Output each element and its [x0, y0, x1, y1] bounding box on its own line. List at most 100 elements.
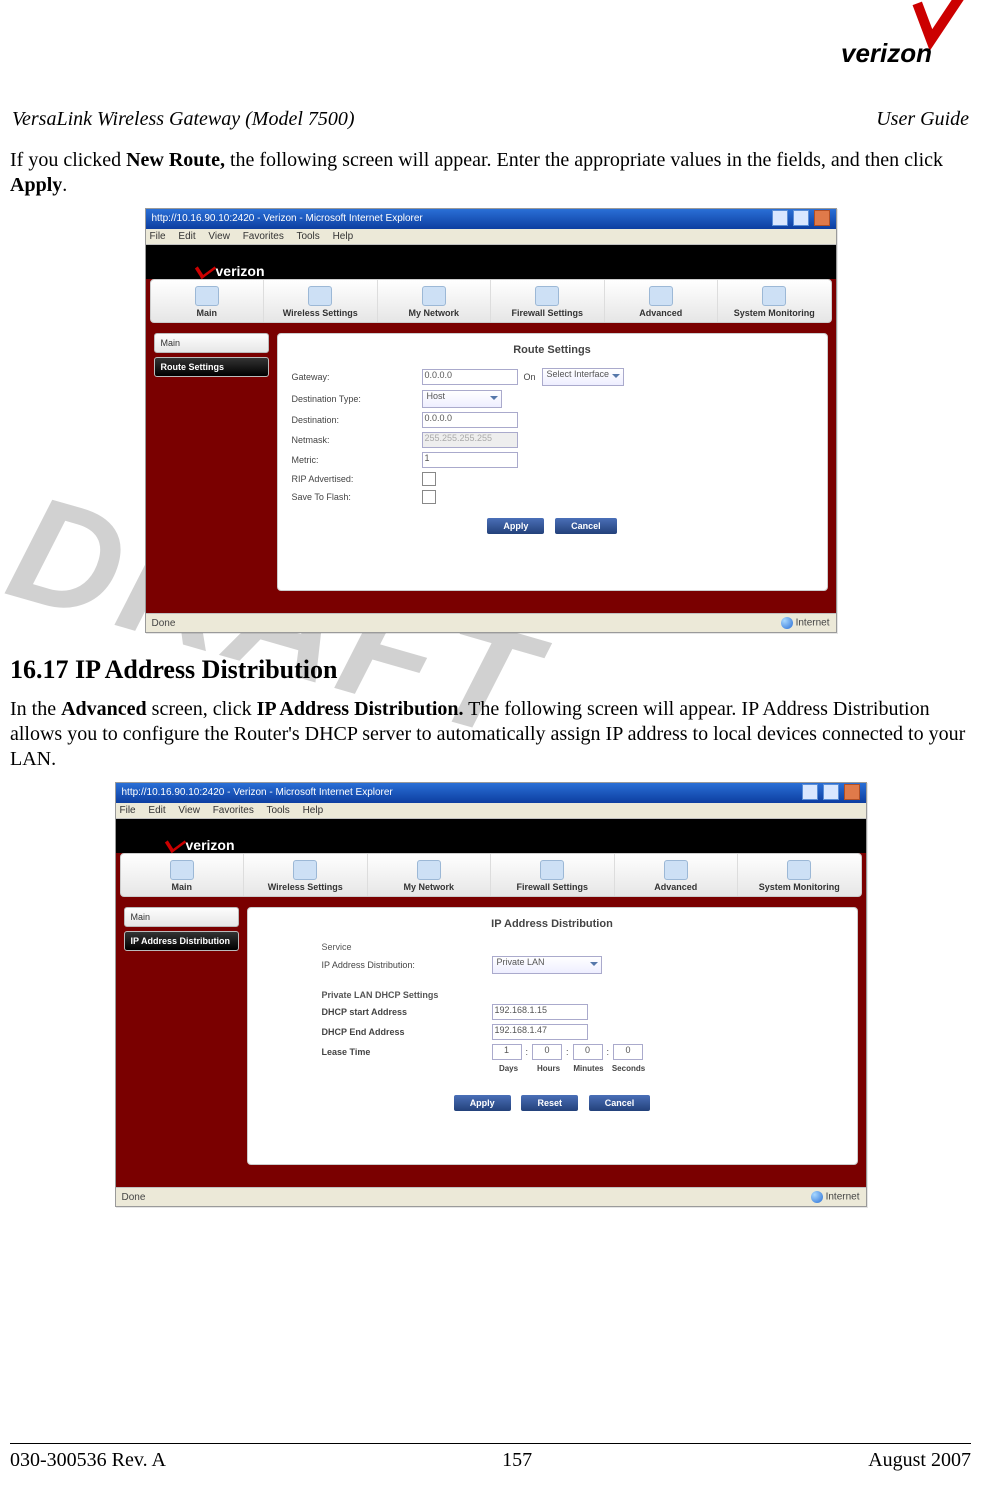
firewall-icon	[535, 286, 559, 306]
internet-icon	[781, 617, 793, 629]
row-lease-time: Lease Time 1: 0: 0: 0	[322, 1044, 843, 1060]
tab-network[interactable]: My Network	[368, 854, 492, 896]
lease-labels: Days Hours Minutes Seconds	[492, 1064, 843, 1073]
router-tab-bar: Main Wireless Settings My Network Firewa…	[150, 279, 832, 323]
tab-advanced[interactable]: Advanced	[615, 854, 739, 896]
tab-main[interactable]: Main	[121, 854, 245, 896]
header-left: VersaLink Wireless Gateway (Model 7500)	[12, 108, 355, 131]
metric-input[interactable]: 1	[422, 452, 518, 468]
monitor-icon	[787, 860, 811, 880]
rip-checkbox[interactable]	[422, 472, 436, 486]
apply-button[interactable]: Apply	[487, 518, 544, 534]
router-tab-bar: Main Wireless Settings My Network Firewa…	[120, 853, 862, 897]
ie-window-title: http://10.16.90.10:2420 - Verizon - Micr…	[152, 209, 423, 229]
home-icon	[170, 860, 194, 880]
router-brand: verizon	[216, 263, 265, 279]
lease-minutes-input[interactable]: 0	[573, 1044, 603, 1060]
interface-select[interactable]: Select Interface	[542, 368, 625, 386]
wireless-icon	[293, 860, 317, 880]
apply-button[interactable]: Apply	[454, 1095, 511, 1111]
running-header: VersaLink Wireless Gateway (Model 7500) …	[12, 108, 969, 131]
screenshot-ip-distribution: http://10.16.90.10:2420 - Verizon - Micr…	[115, 782, 867, 1207]
close-icon[interactable]	[844, 784, 860, 800]
sidebar-item-route-settings[interactable]: Route Settings	[154, 357, 269, 377]
status-left: Done	[152, 618, 176, 629]
reset-button[interactable]: Reset	[521, 1095, 578, 1111]
menu-view[interactable]: View	[178, 805, 200, 816]
cancel-button[interactable]: Cancel	[555, 518, 617, 534]
gateway-input[interactable]: 0.0.0.0	[422, 369, 518, 385]
internet-icon	[811, 1191, 823, 1203]
intro-paragraph-2: In the Advanced screen, click IP Address…	[10, 697, 971, 772]
tab-wireless[interactable]: Wireless Settings	[244, 854, 368, 896]
menu-help[interactable]: Help	[333, 231, 354, 242]
status-right: Internet	[811, 1191, 860, 1203]
menu-view[interactable]: View	[208, 231, 230, 242]
minimize-icon[interactable]	[802, 784, 818, 800]
lease-hours-input[interactable]: 0	[532, 1044, 562, 1060]
ip-dist-select[interactable]: Private LAN	[492, 956, 602, 974]
sidebar-item-main[interactable]: Main	[124, 907, 239, 927]
menu-favorites[interactable]: Favorites	[213, 805, 254, 816]
menu-file[interactable]: File	[150, 231, 166, 242]
tab-firewall[interactable]: Firewall Settings	[491, 280, 605, 322]
sidebar-item-ip-distribution[interactable]: IP Address Distribution	[124, 931, 239, 951]
minimize-icon[interactable]	[772, 210, 788, 226]
sidebar-item-main[interactable]: Main	[154, 333, 269, 353]
lease-days-input[interactable]: 1	[492, 1044, 522, 1060]
menu-edit[interactable]: Edit	[148, 805, 165, 816]
save-checkbox[interactable]	[422, 490, 436, 504]
menu-tools[interactable]: Tools	[266, 805, 289, 816]
footer-center: 157	[502, 1449, 532, 1472]
lease-seconds-input[interactable]: 0	[613, 1044, 643, 1060]
router-sidebar: Main IP Address Distribution	[124, 907, 239, 1165]
row-rip: RIP Advertised:	[292, 472, 813, 486]
close-icon[interactable]	[814, 210, 830, 226]
maximize-icon[interactable]	[823, 784, 839, 800]
ie-window-title: http://10.16.90.10:2420 - Verizon - Micr…	[122, 783, 393, 803]
menu-favorites[interactable]: Favorites	[243, 231, 284, 242]
ip-distribution-panel: IP Address Distribution Service IP Addre…	[247, 907, 858, 1165]
dhcp-start-input[interactable]: 192.168.1.15	[492, 1004, 588, 1020]
dhcp-end-input[interactable]: 192.168.1.47	[492, 1024, 588, 1040]
row-dest-type: Destination Type: Host	[292, 390, 813, 408]
tab-monitoring[interactable]: System Monitoring	[738, 854, 861, 896]
destination-input[interactable]: 0.0.0.0	[422, 412, 518, 428]
cancel-button[interactable]: Cancel	[589, 1095, 651, 1111]
row-destination: Destination: 0.0.0.0	[292, 412, 813, 428]
tab-firewall[interactable]: Firewall Settings	[491, 854, 615, 896]
ie-status-bar: Done Internet	[116, 1187, 866, 1206]
advanced-icon	[664, 860, 688, 880]
tab-monitoring[interactable]: System Monitoring	[718, 280, 831, 322]
row-dhcp-end: DHCP End Address 192.168.1.47	[322, 1024, 843, 1040]
dhcp-subhead: Private LAN DHCP Settings	[322, 990, 843, 1000]
tab-network[interactable]: My Network	[378, 280, 492, 322]
tab-main[interactable]: Main	[151, 280, 265, 322]
maximize-icon[interactable]	[793, 210, 809, 226]
row-netmask: Netmask: 255.255.255.255	[292, 432, 813, 448]
service-subhead: Service	[322, 942, 843, 952]
menu-edit[interactable]: Edit	[178, 231, 195, 242]
route-settings-panel: Route Settings Gateway: 0.0.0.0 On Selec…	[277, 333, 828, 591]
header-right: User Guide	[876, 108, 969, 131]
status-left: Done	[122, 1192, 146, 1203]
tab-advanced[interactable]: Advanced	[605, 280, 719, 322]
menu-file[interactable]: File	[120, 805, 136, 816]
row-gateway: Gateway: 0.0.0.0 On Select Interface	[292, 368, 813, 386]
router-header: verizon	[146, 245, 836, 279]
screenshot-route-settings: http://10.16.90.10:2420 - Verizon - Micr…	[145, 208, 837, 633]
tab-wireless[interactable]: Wireless Settings	[264, 280, 378, 322]
ie-menu-bar: File Edit View Favorites Tools Help	[146, 229, 836, 245]
dest-type-select[interactable]: Host	[422, 390, 502, 408]
status-right: Internet	[781, 617, 830, 629]
ie-title-bar: http://10.16.90.10:2420 - Verizon - Micr…	[116, 783, 866, 803]
panel-title: IP Address Distribution	[262, 918, 843, 930]
footer-right: August 2007	[868, 1449, 971, 1472]
verizon-logo: verizon	[831, 0, 981, 80]
advanced-icon	[649, 286, 673, 306]
menu-help[interactable]: Help	[303, 805, 324, 816]
ie-status-bar: Done Internet	[146, 613, 836, 632]
menu-tools[interactable]: Tools	[296, 231, 319, 242]
footer-left: 030-300536 Rev. A	[10, 1449, 166, 1472]
ie-menu-bar: File Edit View Favorites Tools Help	[116, 803, 866, 819]
